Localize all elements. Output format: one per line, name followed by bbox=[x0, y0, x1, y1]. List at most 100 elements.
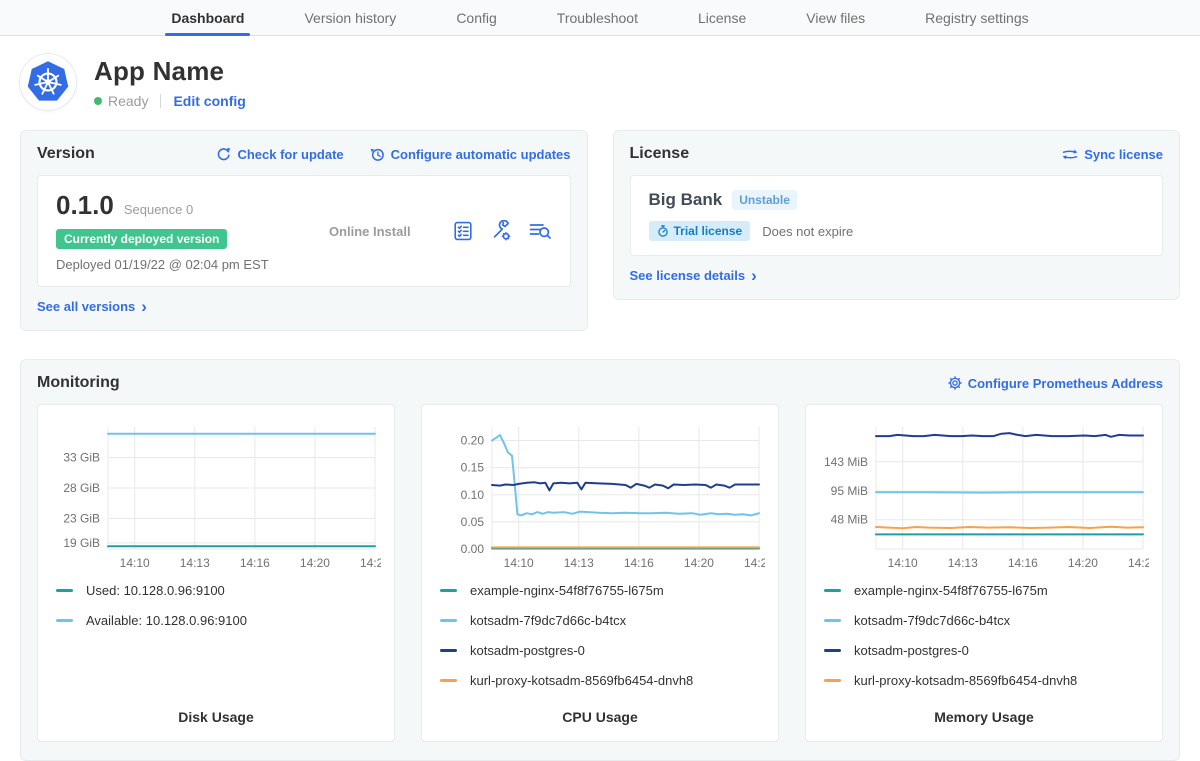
legend-label: example-nginx-54f8f76755-l675m bbox=[470, 583, 664, 598]
summary-cards-row: Version Check for update bbox=[20, 130, 1180, 331]
svg-text:48 MiB: 48 MiB bbox=[831, 513, 868, 527]
legend-color-dash-icon bbox=[824, 589, 841, 592]
svg-text:14:10: 14:10 bbox=[888, 556, 918, 570]
app-name-title: App Name bbox=[94, 56, 246, 87]
see-all-versions-link[interactable]: See all versions › bbox=[37, 299, 147, 314]
tab-version-history[interactable]: Version history bbox=[298, 0, 402, 35]
svg-text:14:13: 14:13 bbox=[948, 556, 978, 570]
disk-usage-chart[interactable]: 33 GiB28 GiB23 GiB19 GiB14:1014:1314:161… bbox=[48, 417, 381, 573]
svg-text:14:13: 14:13 bbox=[180, 556, 210, 570]
legend-item: kurl-proxy-kotsadm-8569fb6454-dnvh8 bbox=[440, 673, 760, 688]
config-wrench-icon[interactable] bbox=[490, 220, 512, 242]
svg-text:23 GiB: 23 GiB bbox=[63, 512, 100, 526]
legend-color-dash-icon bbox=[440, 649, 457, 652]
legend-label: example-nginx-54f8f76755-l675m bbox=[854, 583, 1048, 598]
svg-text:14:23: 14:23 bbox=[360, 556, 381, 570]
svg-text:14:10: 14:10 bbox=[120, 556, 150, 570]
legend-color-dash-icon bbox=[824, 619, 841, 622]
legend-label: kotsadm-postgres-0 bbox=[470, 643, 585, 658]
svg-text:28 GiB: 28 GiB bbox=[63, 481, 100, 495]
legend-color-dash-icon bbox=[824, 679, 841, 682]
svg-text:95 MiB: 95 MiB bbox=[831, 484, 868, 498]
disk-usage-legend: Used: 10.128.0.96:9100 Available: 10.128.… bbox=[48, 583, 384, 643]
current-version-row: 0.1.0 Sequence 0 Currently deployed vers… bbox=[37, 175, 571, 287]
memory-usage-title: Memory Usage bbox=[816, 703, 1152, 727]
legend-item: kurl-proxy-kotsadm-8569fb6454-dnvh8 bbox=[824, 673, 1144, 688]
monitoring-card: Monitoring Configure Prometheus Address … bbox=[20, 359, 1180, 761]
stopwatch-icon bbox=[657, 225, 669, 237]
svg-text:0.10: 0.10 bbox=[461, 488, 485, 502]
legend-label: Available: 10.128.0.96:9100 bbox=[86, 613, 247, 628]
svg-text:14:16: 14:16 bbox=[1008, 556, 1038, 570]
memory-usage-card: 143 MiB95 MiB48 MiB14:1014:1314:1614:201… bbox=[805, 404, 1163, 742]
customer-name: Big Bank bbox=[649, 190, 723, 210]
svg-text:0.00: 0.00 bbox=[461, 542, 485, 556]
cpu-usage-chart[interactable]: 0.20 0.15 0.10 0.05 0.00 14:10 14:13 14:16 14:20… bbox=[432, 417, 765, 573]
edit-config-link[interactable]: Edit config bbox=[173, 93, 245, 109]
svg-text:14:16: 14:16 bbox=[240, 556, 270, 570]
legend-color-dash-icon bbox=[824, 649, 841, 652]
install-type-label: Online Install bbox=[288, 224, 452, 239]
legend-label: kurl-proxy-kotsadm-8569fb6454-dnvh8 bbox=[470, 673, 693, 688]
chevron-right-icon: › bbox=[141, 301, 147, 313]
license-card-title: License bbox=[630, 145, 690, 163]
svg-text:14:23: 14:23 bbox=[1128, 556, 1149, 570]
tab-config[interactable]: Config bbox=[450, 0, 502, 35]
deployed-timestamp: Deployed 01/19/22 @ 02:04 pm EST bbox=[56, 257, 288, 272]
configure-automatic-updates-button[interactable]: Configure automatic updates bbox=[370, 147, 571, 162]
legend-item: Used: 10.128.0.96:9100 bbox=[56, 583, 376, 598]
deployed-version-badge: Currently deployed version bbox=[56, 229, 227, 249]
legend-color-dash-icon bbox=[440, 589, 457, 592]
svg-text:143 MiB: 143 MiB bbox=[824, 455, 868, 469]
dashboard-page: App Name Ready Edit config Version bbox=[0, 54, 1200, 761]
legend-label: kotsadm-postgres-0 bbox=[854, 643, 969, 658]
divider bbox=[160, 94, 161, 108]
sync-license-button[interactable]: Sync license bbox=[1062, 147, 1163, 162]
tab-troubleshoot[interactable]: Troubleshoot bbox=[551, 0, 644, 35]
legend-color-dash-icon bbox=[440, 619, 457, 622]
tab-dashboard[interactable]: Dashboard bbox=[165, 0, 250, 35]
legend-color-dash-icon bbox=[440, 679, 457, 682]
legend-item: Available: 10.128.0.96:9100 bbox=[56, 613, 376, 628]
svg-text:33 GiB: 33 GiB bbox=[63, 451, 100, 465]
sequence-label: Sequence 0 bbox=[124, 202, 193, 217]
app-header: App Name Ready Edit config bbox=[20, 54, 1180, 110]
legend-label: kotsadm-7f9dc7d66c-b4tcx bbox=[470, 613, 626, 628]
license-expiry-text: Does not expire bbox=[762, 224, 853, 239]
legend-item: example-nginx-54f8f76755-l675m bbox=[440, 583, 760, 598]
tab-registry-settings[interactable]: Registry settings bbox=[919, 0, 1034, 35]
see-license-details-link[interactable]: See license details › bbox=[630, 268, 757, 283]
legend-label: kotsadm-7f9dc7d66c-b4tcx bbox=[854, 613, 1010, 628]
svg-text:14:23: 14:23 bbox=[744, 556, 765, 570]
svg-text:14:13: 14:13 bbox=[564, 556, 594, 570]
channel-badge: Unstable bbox=[732, 190, 797, 210]
tab-license[interactable]: License bbox=[692, 0, 752, 35]
svg-text:14:10: 14:10 bbox=[504, 556, 534, 570]
app-header-text: App Name Ready Edit config bbox=[94, 56, 246, 109]
view-diff-icon[interactable] bbox=[528, 220, 552, 242]
license-summary: Big Bank Unstable Trial license Does not… bbox=[630, 175, 1164, 256]
app-status-text: Ready bbox=[108, 93, 148, 109]
version-card: Version Check for update bbox=[20, 130, 588, 331]
memory-usage-chart[interactable]: 143 MiB95 MiB48 MiB14:1014:1314:1614:201… bbox=[816, 417, 1149, 573]
svg-text:14:16: 14:16 bbox=[624, 556, 654, 570]
svg-text:0.05: 0.05 bbox=[461, 515, 485, 529]
release-notes-icon[interactable] bbox=[452, 220, 474, 242]
svg-text:0.15: 0.15 bbox=[461, 461, 485, 475]
license-type-badge: Trial license bbox=[649, 221, 751, 241]
configure-prometheus-button[interactable]: Configure Prometheus Address bbox=[948, 376, 1163, 391]
legend-item: kotsadm-postgres-0 bbox=[440, 643, 760, 658]
cpu-usage-title: CPU Usage bbox=[432, 703, 768, 727]
svg-text:14:20: 14:20 bbox=[684, 556, 714, 570]
legend-color-dash-icon bbox=[56, 589, 73, 592]
sync-arrows-icon bbox=[1062, 148, 1078, 161]
kubernetes-logo-icon bbox=[20, 54, 76, 110]
check-for-update-button[interactable]: Check for update bbox=[216, 147, 343, 162]
charts-row: 33 GiB28 GiB23 GiB19 GiB14:1014:1314:161… bbox=[37, 404, 1163, 742]
legend-item: example-nginx-54f8f76755-l675m bbox=[824, 583, 1144, 598]
tab-view-files[interactable]: View files bbox=[800, 0, 871, 35]
cpu-usage-card: 0.20 0.15 0.10 0.05 0.00 14:10 14:13 14:16 14:20… bbox=[421, 404, 779, 742]
license-card: License Sync license Big Bank Unstable bbox=[613, 130, 1181, 300]
svg-text:0.20: 0.20 bbox=[461, 434, 485, 448]
chevron-right-icon: › bbox=[751, 270, 757, 282]
